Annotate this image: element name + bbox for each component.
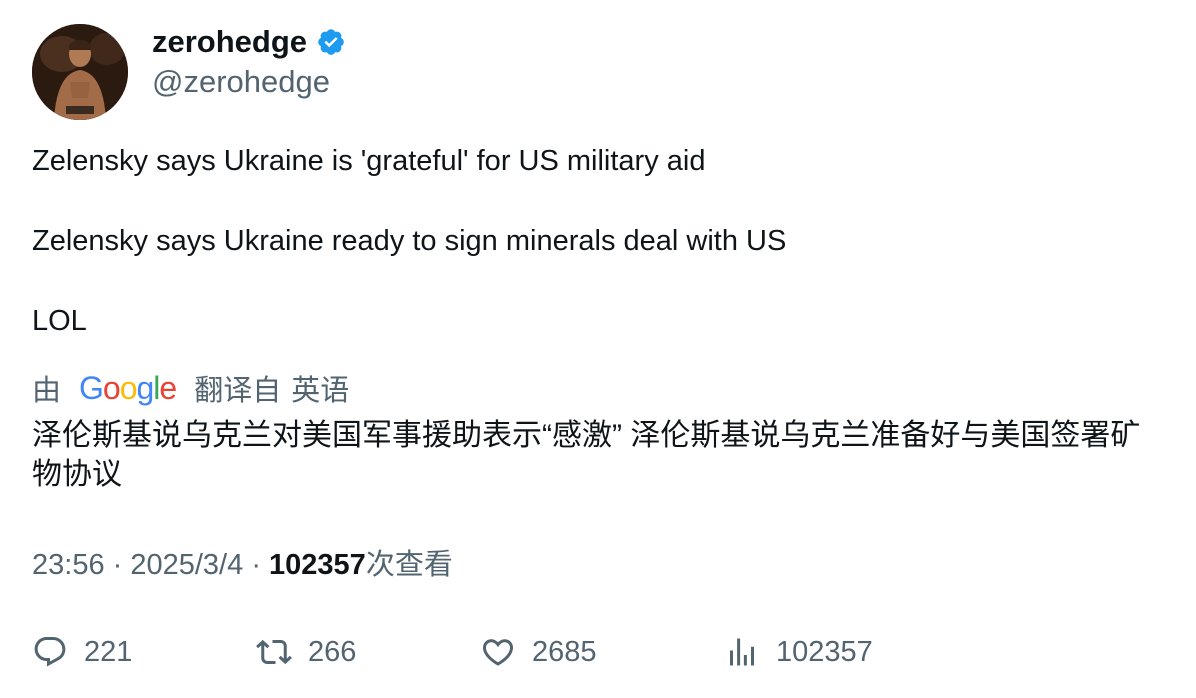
retweet-button[interactable]: 266: [256, 632, 356, 672]
translation-language: 英语: [291, 375, 350, 407]
reply-icon: [34, 637, 66, 667]
google-logo: Google: [79, 370, 177, 406]
translation-from-label: 翻译自: [194, 375, 282, 407]
tweet-meta: 23:56 · 2025/3/4 · 102357次查看: [32, 546, 453, 584]
retweet-count: 266: [308, 635, 357, 668]
action-bar: 221 266 2685 102357: [0, 632, 1196, 672]
handle[interactable]: @zerohedge: [152, 63, 330, 101]
avatar-image: [32, 24, 128, 120]
meta-separator: ·: [251, 549, 270, 581]
tweet: zerohedge @zerohedge Zelensky says Ukrai…: [0, 0, 1196, 698]
retweet-icon: [256, 639, 292, 665]
translated-text: 泽伦斯基说乌克兰对美国军事援助表示“感激” 泽伦斯基说乌克兰准备好与美国签署矿物…: [32, 419, 1141, 491]
like-count: 2685: [532, 635, 597, 668]
like-button[interactable]: 2685: [480, 632, 597, 672]
verified-badge-icon[interactable]: [316, 27, 346, 57]
translation-attribution[interactable]: 由 Google 翻译自 英语: [32, 369, 349, 407]
like-icon: [482, 639, 514, 666]
tweet-text-line: Zelensky says Ukraine is 'grateful' for …: [32, 145, 706, 177]
meta-separator: ·: [112, 549, 131, 581]
reply-button[interactable]: 221: [32, 632, 132, 672]
views-icon: [730, 638, 754, 666]
author-name-row: zerohedge: [152, 22, 346, 62]
reply-count: 221: [84, 635, 133, 668]
translation-prefix: 由: [32, 375, 62, 407]
display-name[interactable]: zerohedge: [152, 22, 307, 62]
avatar[interactable]: [32, 24, 128, 120]
tweet-time[interactable]: 23:56: [32, 549, 105, 581]
views-action-count: 102357: [776, 635, 873, 668]
tweet-text-line: LOL: [32, 305, 87, 337]
views-button[interactable]: 102357: [724, 632, 873, 672]
tweet-date[interactable]: 2025/3/4: [130, 549, 243, 581]
tweet-text-line: Zelensky says Ukraine ready to sign mine…: [32, 225, 787, 257]
views-label: 次查看: [365, 549, 453, 581]
views-count: 102357: [269, 549, 366, 581]
